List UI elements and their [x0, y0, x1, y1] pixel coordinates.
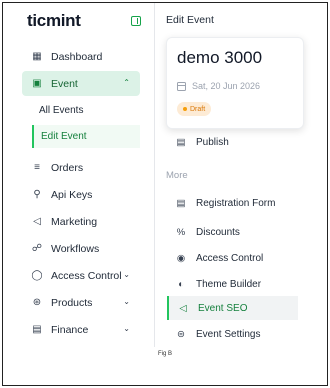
event-date: Sat, 20 Jun 2026 — [177, 81, 260, 91]
panel-item-publish[interactable]: ▤ Publish — [167, 130, 298, 154]
sidebar-item-label: Marketing — [51, 215, 98, 228]
panel-item-registration-form[interactable]: ▤ Registration Form — [167, 191, 298, 215]
megaphone-icon: ◁ — [179, 302, 187, 314]
workflow-icon: ☍ — [31, 243, 43, 254]
sidebar-item-label: Orders — [51, 161, 84, 174]
calendar-icon — [177, 81, 186, 91]
sidebar-item-label: Access Control — [51, 269, 122, 282]
sidebar-subitem-label: All Events — [39, 105, 84, 116]
panel-item-discounts[interactable]: % Discounts — [167, 220, 298, 244]
figure-frame: ticmint ▦ Dashboard ▣ Event ⌃ All Events… — [2, 2, 328, 386]
sidebar-subitem-edit-event[interactable]: Edit Event — [32, 125, 140, 148]
panel-item-label: Access Control — [196, 252, 264, 264]
edit-event-panel: Edit Event demo 3000 Sat, 20 Jun 2026 Dr… — [156, 3, 327, 347]
chevron-down-icon: ⌄ — [123, 297, 130, 306]
status-dot-icon — [183, 107, 187, 111]
sidebar-item-event[interactable]: ▣ Event ⌃ — [22, 71, 140, 96]
sidebar-item-label: Event — [51, 77, 78, 90]
figure-caption: Fig B — [157, 351, 172, 357]
brand-logo: ticmint — [27, 11, 81, 30]
panel-item-label: Publish — [196, 136, 229, 148]
panel-item-label: Event Settings — [196, 328, 261, 340]
panel-item-access-control[interactable]: ◉ Access Control — [167, 246, 298, 270]
key-icon: ⚲ — [33, 189, 41, 200]
shield-icon: ◉ — [176, 252, 186, 264]
percent-icon: % — [176, 226, 186, 238]
sidebar-subitem-label: Edit Event — [41, 131, 87, 142]
chevron-down-icon: ⌄ — [123, 270, 130, 279]
sidebar-item-label: Finance — [51, 323, 89, 336]
sidebar-item-api-keys[interactable]: ⚲ Api Keys — [22, 182, 140, 207]
sidebar-item-label: Workflows — [51, 242, 100, 255]
sidebar-toggle-icon[interactable] — [131, 16, 141, 26]
megaphone-icon: ◁ — [33, 216, 41, 227]
form-icon: ▤ — [176, 197, 186, 209]
chevron-up-icon: ⌃ — [123, 78, 130, 87]
panel-item-event-seo[interactable]: ◁ Event SEO — [167, 296, 298, 320]
palette-icon: ◐ — [178, 278, 184, 290]
panel-item-event-settings[interactable]: ⊜ Event Settings — [167, 322, 298, 346]
event-name: demo 3000 — [177, 48, 263, 67]
sidebar-subitem-all-events[interactable]: All Events — [32, 99, 140, 122]
panel-item-label: Discounts — [196, 226, 240, 238]
orders-icon: ≡ — [34, 162, 40, 173]
section-label-more: More — [166, 170, 188, 181]
sidebar-item-access-control[interactable]: ◯ Access Control ⌄ — [22, 263, 140, 288]
sidebar-item-label: Api Keys — [51, 188, 93, 201]
settings-sliders-icon: ⊜ — [177, 328, 185, 340]
sidebar-item-label: Dashboard — [51, 50, 103, 63]
status-badge-label: Draft — [190, 105, 206, 113]
status-badge: Draft — [177, 102, 212, 116]
sidebar-item-products[interactable]: ⊛ Products ⌄ — [22, 290, 140, 315]
panel-item-label: Theme Builder — [196, 278, 262, 290]
finance-icon: ▤ — [32, 324, 42, 335]
sidebar-item-dashboard[interactable]: ▦ Dashboard — [22, 44, 140, 69]
sidebar-item-finance[interactable]: ▤ Finance ⌄ — [22, 317, 140, 342]
panel-item-theme-builder[interactable]: ◐ Theme Builder — [167, 272, 298, 296]
sidebar-item-marketing[interactable]: ◁ Marketing — [22, 209, 140, 234]
panel-item-label: Registration Form — [196, 197, 276, 209]
cart-icon: ⊛ — [32, 297, 42, 308]
panel-title: Edit Event — [166, 14, 214, 26]
event-date-text: Sat, 20 Jun 2026 — [192, 81, 261, 91]
calendar-icon: ▣ — [32, 78, 42, 89]
event-summary-card: demo 3000 Sat, 20 Jun 2026 Draft — [166, 37, 304, 129]
sidebar-item-workflows[interactable]: ☍ Workflows — [22, 236, 140, 261]
sidebar: ticmint ▦ Dashboard ▣ Event ⌃ All Events… — [3, 3, 155, 347]
panel-item-label: Event SEO — [198, 302, 248, 314]
sidebar-item-label: Products — [51, 296, 93, 309]
dashboard-icon: ▦ — [32, 51, 42, 62]
publish-icon: ▤ — [176, 136, 186, 148]
globe-icon: ◯ — [31, 270, 43, 281]
sidebar-item-orders[interactable]: ≡ Orders — [22, 155, 140, 180]
app-window: ticmint ▦ Dashboard ▣ Event ⌃ All Events… — [3, 3, 327, 347]
chevron-down-icon: ⌄ — [123, 324, 130, 333]
